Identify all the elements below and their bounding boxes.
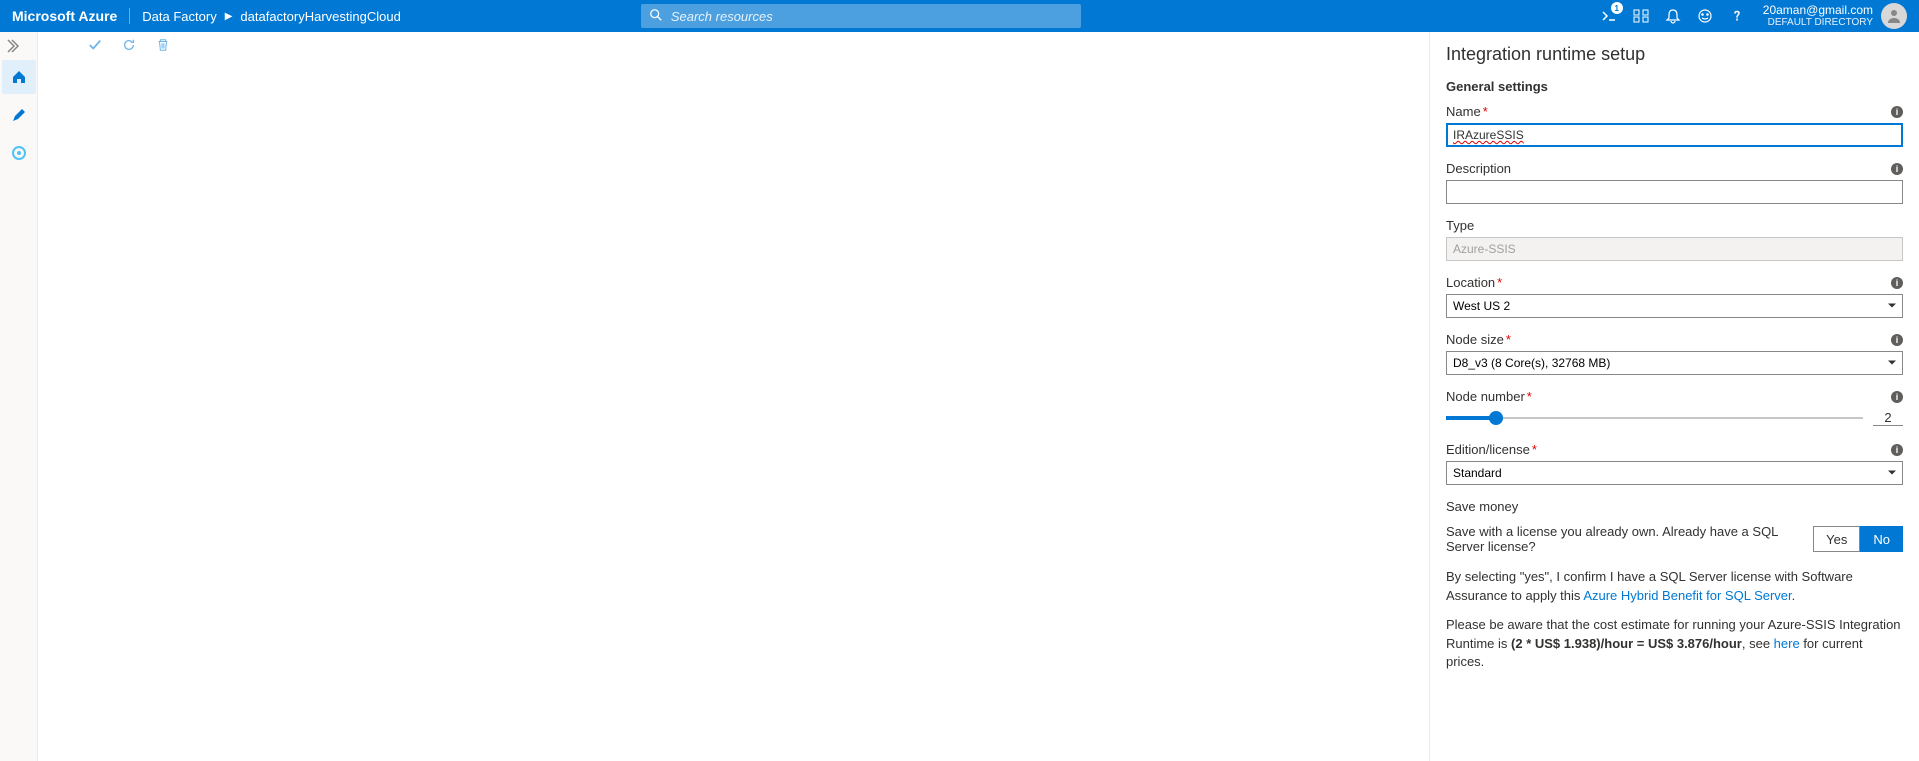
info-icon[interactable]: i xyxy=(1891,106,1903,118)
pricing-link[interactable]: here xyxy=(1774,636,1800,651)
avatar[interactable] xyxy=(1881,3,1907,29)
label-type: Type xyxy=(1446,218,1474,233)
panel-title: Integration runtime setup xyxy=(1446,44,1903,65)
label-location: Location* xyxy=(1446,275,1502,290)
canvas-toolbar xyxy=(38,32,1429,62)
search-icon xyxy=(649,8,671,25)
node-number-slider[interactable] xyxy=(1446,408,1863,428)
description-input[interactable] xyxy=(1446,180,1903,204)
save-money-heading: Save money xyxy=(1446,499,1903,514)
label-edition: Edition/license* xyxy=(1446,442,1537,457)
breadcrumb-item-datafactory[interactable]: Data Factory xyxy=(142,9,216,24)
feedback-icon[interactable] xyxy=(1695,6,1715,26)
info-icon[interactable]: i xyxy=(1891,391,1903,403)
setup-panel: Integration runtime setup General settin… xyxy=(1429,32,1919,761)
delete-icon[interactable] xyxy=(156,38,170,55)
hybrid-benefit-link[interactable]: Azure Hybrid Benefit for SQL Server xyxy=(1583,588,1791,603)
yes-button[interactable]: Yes xyxy=(1813,526,1860,552)
left-sidebar xyxy=(0,32,38,761)
label-name: Name* xyxy=(1446,104,1488,119)
user-directory: DEFAULT DIRECTORY xyxy=(1768,17,1873,28)
help-icon[interactable] xyxy=(1727,6,1747,26)
node-number-value[interactable]: 2 xyxy=(1873,410,1903,426)
cost-text: Please be aware that the cost estimate f… xyxy=(1446,616,1903,673)
nav-monitor[interactable] xyxy=(2,136,36,170)
topbar-actions: 1 xyxy=(1599,6,1747,26)
nav-author[interactable] xyxy=(2,98,36,132)
breadcrumb-item-instance[interactable]: datafactoryHarvestingCloud xyxy=(240,9,400,24)
info-icon[interactable]: i xyxy=(1891,163,1903,175)
nav-home[interactable] xyxy=(2,60,36,94)
location-select[interactable] xyxy=(1446,294,1903,318)
top-header: Microsoft Azure Data Factory ▶ datafacto… xyxy=(0,0,1919,32)
license-toggle: Yes No xyxy=(1813,526,1903,552)
type-input xyxy=(1446,237,1903,261)
breadcrumb: Data Factory ▶ datafactoryHarvestingClou… xyxy=(142,9,401,24)
refresh-icon[interactable] xyxy=(122,38,136,55)
info-icon[interactable]: i xyxy=(1891,334,1903,346)
notifications-icon[interactable] xyxy=(1663,6,1683,26)
cloud-shell-icon[interactable]: 1 xyxy=(1599,6,1619,26)
search-input[interactable] xyxy=(671,9,1073,24)
chevron-right-icon: ▶ xyxy=(225,11,233,22)
expand-sidebar-icon[interactable] xyxy=(0,36,37,56)
search-box[interactable] xyxy=(641,4,1081,28)
edition-select[interactable] xyxy=(1446,461,1903,485)
confirm-text: By selecting "yes", I confirm I have a S… xyxy=(1446,568,1903,606)
no-button[interactable]: No xyxy=(1860,526,1903,552)
node-size-select[interactable] xyxy=(1446,351,1903,375)
notification-badge: 1 xyxy=(1611,2,1623,14)
validate-icon[interactable] xyxy=(88,38,102,55)
section-general-settings: General settings xyxy=(1446,79,1903,94)
name-input[interactable]: IRAzureSSIS xyxy=(1446,123,1903,147)
info-icon[interactable]: i xyxy=(1891,277,1903,289)
label-description: Description xyxy=(1446,161,1511,176)
info-icon[interactable]: i xyxy=(1891,444,1903,456)
brand-label[interactable]: Microsoft Azure xyxy=(12,8,130,24)
label-node-size: Node size* xyxy=(1446,332,1511,347)
user-email: 20aman@gmail.com xyxy=(1763,4,1873,17)
save-money-question: Save with a license you already own. Alr… xyxy=(1446,524,1813,554)
directory-filter-icon[interactable] xyxy=(1631,6,1651,26)
canvas-area xyxy=(38,32,1429,761)
user-info[interactable]: 20aman@gmail.com DEFAULT DIRECTORY xyxy=(1763,4,1873,28)
label-node-number: Node number* xyxy=(1446,389,1532,404)
